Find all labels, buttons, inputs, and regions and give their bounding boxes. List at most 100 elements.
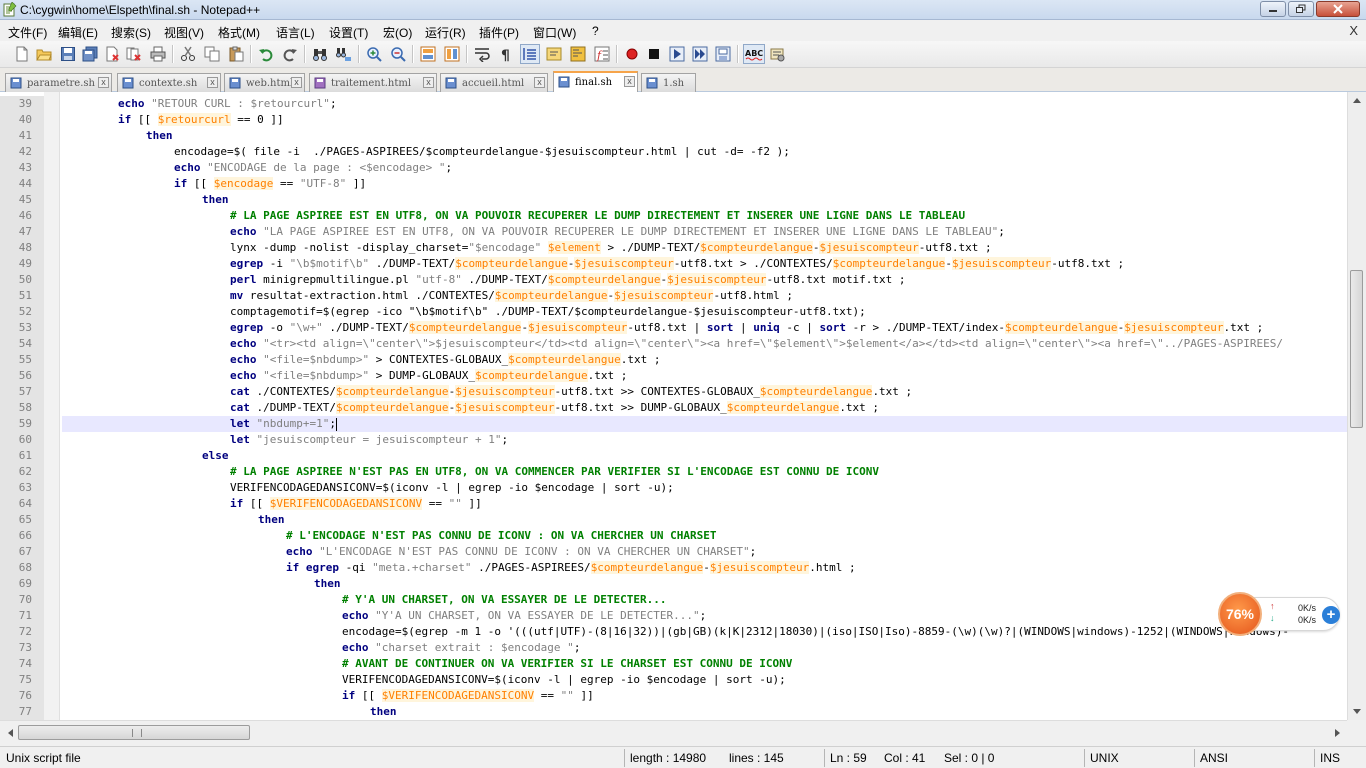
tab-contexte-sh[interactable]: contexte.sh x xyxy=(117,73,221,92)
code-line[interactable]: encodage=$(egrep -m 1 -o '(((utf|UTF)-(8… xyxy=(62,624,1347,640)
function-list-icon[interactable]: f xyxy=(592,44,612,64)
code-line[interactable]: echo "charset extrait : $encodage "; xyxy=(62,640,1347,656)
code-line[interactable]: echo "<file=$nbdump>" > CONTEXTES-GLOBAU… xyxy=(62,352,1347,368)
menu-format[interactable]: 格式(M) xyxy=(218,24,260,41)
code-line[interactable]: echo "<tr><td align=\"center\">$jesuisco… xyxy=(62,336,1347,352)
sync-horizontal-icon[interactable] xyxy=(442,44,462,64)
scroll-left-arrow-icon[interactable] xyxy=(2,725,18,741)
tab-close-icon[interactable]: x xyxy=(98,77,109,88)
spell-check-icon[interactable]: ABC xyxy=(743,44,765,64)
code-line[interactable]: # L'ENCODAGE N'EST PAS CONNU DE ICONV : … xyxy=(62,528,1347,544)
zoom-in-icon[interactable] xyxy=(364,44,384,64)
indent-guide-icon[interactable] xyxy=(520,44,540,64)
paste-icon[interactable] xyxy=(226,44,246,64)
current-code-line[interactable]: let "nbdump+=1"; xyxy=(62,416,1347,432)
code-line[interactable]: egrep -i "\b$motif\b" ./DUMP-TEXT/$compt… xyxy=(62,256,1347,272)
redo-icon[interactable] xyxy=(280,44,300,64)
scroll-down-arrow-icon[interactable] xyxy=(1348,703,1366,720)
replace-icon[interactable] xyxy=(334,44,354,64)
save-all-icon[interactable] xyxy=(80,44,100,64)
code-line[interactable]: # LA PAGE ASPIREE N'EST PAS EN UTF8, ON … xyxy=(62,464,1347,480)
tab-1-sh[interactable]: 1.sh xyxy=(641,73,696,92)
sync-vertical-icon[interactable] xyxy=(418,44,438,64)
menu-view[interactable]: 视图(V) xyxy=(164,24,204,41)
menu-file[interactable]: 文件(F) xyxy=(8,24,47,41)
code-line[interactable]: echo "ENCODAGE de la page : <$encodage> … xyxy=(62,160,1347,176)
network-monitor-widget[interactable]: 76% ↑ 0K/s ↓ 0K/s + xyxy=(1218,592,1342,636)
save-icon[interactable] xyxy=(58,44,78,64)
spell-check-options-icon[interactable] xyxy=(767,44,787,64)
code-editor[interactable]: 39 40 41 42 43 44 45 46 47 48 49 50 51 52 53 54 55 56 57 58… xyxy=(0,92,1347,720)
run-macro-multiple-icon[interactable] xyxy=(690,44,710,64)
status-encoding[interactable]: ANSI xyxy=(1200,751,1228,765)
code-line[interactable]: # AVANT DE CONTINUER ON VA VERIFIER SI L… xyxy=(62,656,1347,672)
new-file-icon[interactable] xyxy=(12,44,32,64)
code-line[interactable]: encodage=$( file -i ./PAGES-ASPIREES/$co… xyxy=(62,144,1347,160)
code-line[interactable]: cat ./DUMP-TEXT/$compteurdelangue-$jesui… xyxy=(62,400,1347,416)
restore-button[interactable] xyxy=(1288,1,1314,17)
code-line[interactable]: egrep -o "\w+" ./DUMP-TEXT/$compteurdela… xyxy=(62,320,1347,336)
print-icon[interactable] xyxy=(148,44,168,64)
scroll-up-arrow-icon[interactable] xyxy=(1348,92,1366,109)
scroll-right-arrow-icon[interactable] xyxy=(1329,725,1345,741)
menu-search[interactable]: 搜索(S) xyxy=(111,24,151,41)
find-icon[interactable] xyxy=(310,44,330,64)
menu-language[interactable]: 语言(L) xyxy=(276,24,315,41)
code-line[interactable]: # Y'A UN CHARSET, ON VA ESSAYER DE LE DE… xyxy=(62,592,1347,608)
code-line[interactable]: then xyxy=(62,192,1347,208)
code-line[interactable]: comptagemotif=$(egrep -ico "\b$motif\b" … xyxy=(62,304,1347,320)
open-file-icon[interactable] xyxy=(34,44,54,64)
code-line[interactable]: lynx -dump -nolist -display_charset="$en… xyxy=(62,240,1347,256)
code-line[interactable]: echo "LA PAGE ASPIREE EST EN UTF8, ON VA… xyxy=(62,224,1347,240)
close-icon[interactable] xyxy=(102,44,122,64)
zoom-out-icon[interactable] xyxy=(388,44,408,64)
tab-parametre-sh[interactable]: parametre.sh x xyxy=(5,73,112,92)
code-line[interactable]: echo "Y'A UN CHARSET, ON VA ESSAYER DE L… xyxy=(62,608,1347,624)
code-line[interactable]: cat ./CONTEXTES/$compteurdelangue-$jesui… xyxy=(62,384,1347,400)
tab-close-icon[interactable]: x xyxy=(534,77,545,88)
tab-web-html[interactable]: web.html x xyxy=(224,73,305,92)
save-macro-icon[interactable] xyxy=(713,44,733,64)
code-line[interactable]: perl minigrepmultilingue.pl "utf-8" ./DU… xyxy=(62,272,1347,288)
undo-icon[interactable] xyxy=(256,44,276,64)
tab-accueil-html[interactable]: accueil.html x xyxy=(440,73,548,92)
code-line[interactable]: then xyxy=(62,512,1347,528)
expand-plus-button[interactable]: + xyxy=(1322,606,1340,624)
menu-help[interactable]: ? xyxy=(592,24,599,38)
stop-record-icon[interactable] xyxy=(644,44,664,64)
close-all-icon[interactable] xyxy=(124,44,144,64)
show-all-characters-icon[interactable]: ¶ xyxy=(496,44,516,64)
code-line[interactable]: VERIFENCODAGEDANSICONV=$(iconv -l | egre… xyxy=(62,480,1347,496)
usage-gauge[interactable]: 76% xyxy=(1218,592,1262,636)
tab-close-icon[interactable]: x xyxy=(291,77,302,88)
code-line[interactable]: let "jesuiscompteur = jesuiscompteur + 1… xyxy=(62,432,1347,448)
code-line[interactable]: then xyxy=(62,128,1347,144)
tab-traitement-html[interactable]: traitement.html x xyxy=(309,73,437,92)
menu-run[interactable]: 运行(R) xyxy=(425,24,466,41)
code-line[interactable]: echo "RETOUR CURL : $retourcurl"; xyxy=(62,96,1347,112)
vertical-scrollbar[interactable] xyxy=(1347,92,1366,720)
code-line[interactable]: if [[ $retourcurl == 0 ]] xyxy=(62,112,1347,128)
vertical-scroll-thumb[interactable] xyxy=(1350,270,1363,428)
menu-macro[interactable]: 宏(O) xyxy=(383,24,412,41)
record-macro-icon[interactable] xyxy=(622,44,642,64)
play-macro-icon[interactable] xyxy=(667,44,687,64)
menu-settings[interactable]: 设置(T) xyxy=(329,24,368,41)
code-line[interactable]: then xyxy=(62,576,1347,592)
code-line[interactable]: echo "L'ENCODAGE N'EST PAS CONNU DE ICON… xyxy=(62,544,1347,560)
code-line[interactable]: if [[ $VERIFENCODAGEDANSICONV == "" ]] xyxy=(62,688,1347,704)
tab-close-icon[interactable]: x xyxy=(423,77,434,88)
code-line[interactable]: echo "<file=$nbdump>" > DUMP-GLOBAUX_$co… xyxy=(62,368,1347,384)
user-language-icon[interactable] xyxy=(544,44,564,64)
doc-map-icon[interactable] xyxy=(568,44,588,64)
cut-icon[interactable] xyxy=(178,44,198,64)
copy-icon[interactable] xyxy=(202,44,222,64)
close-document-button[interactable]: X xyxy=(1349,23,1358,38)
menu-plugins[interactable]: 插件(P) xyxy=(479,24,519,41)
menu-edit[interactable]: 编辑(E) xyxy=(58,24,98,41)
horizontal-scroll-thumb[interactable] xyxy=(18,725,250,740)
tab-close-icon[interactable]: x xyxy=(624,76,635,87)
fold-margin[interactable] xyxy=(44,92,60,720)
status-eol-format[interactable]: UNIX xyxy=(1090,751,1119,765)
code-line[interactable]: if egrep -qi "meta.+charset" ./PAGES-ASP… xyxy=(62,560,1347,576)
